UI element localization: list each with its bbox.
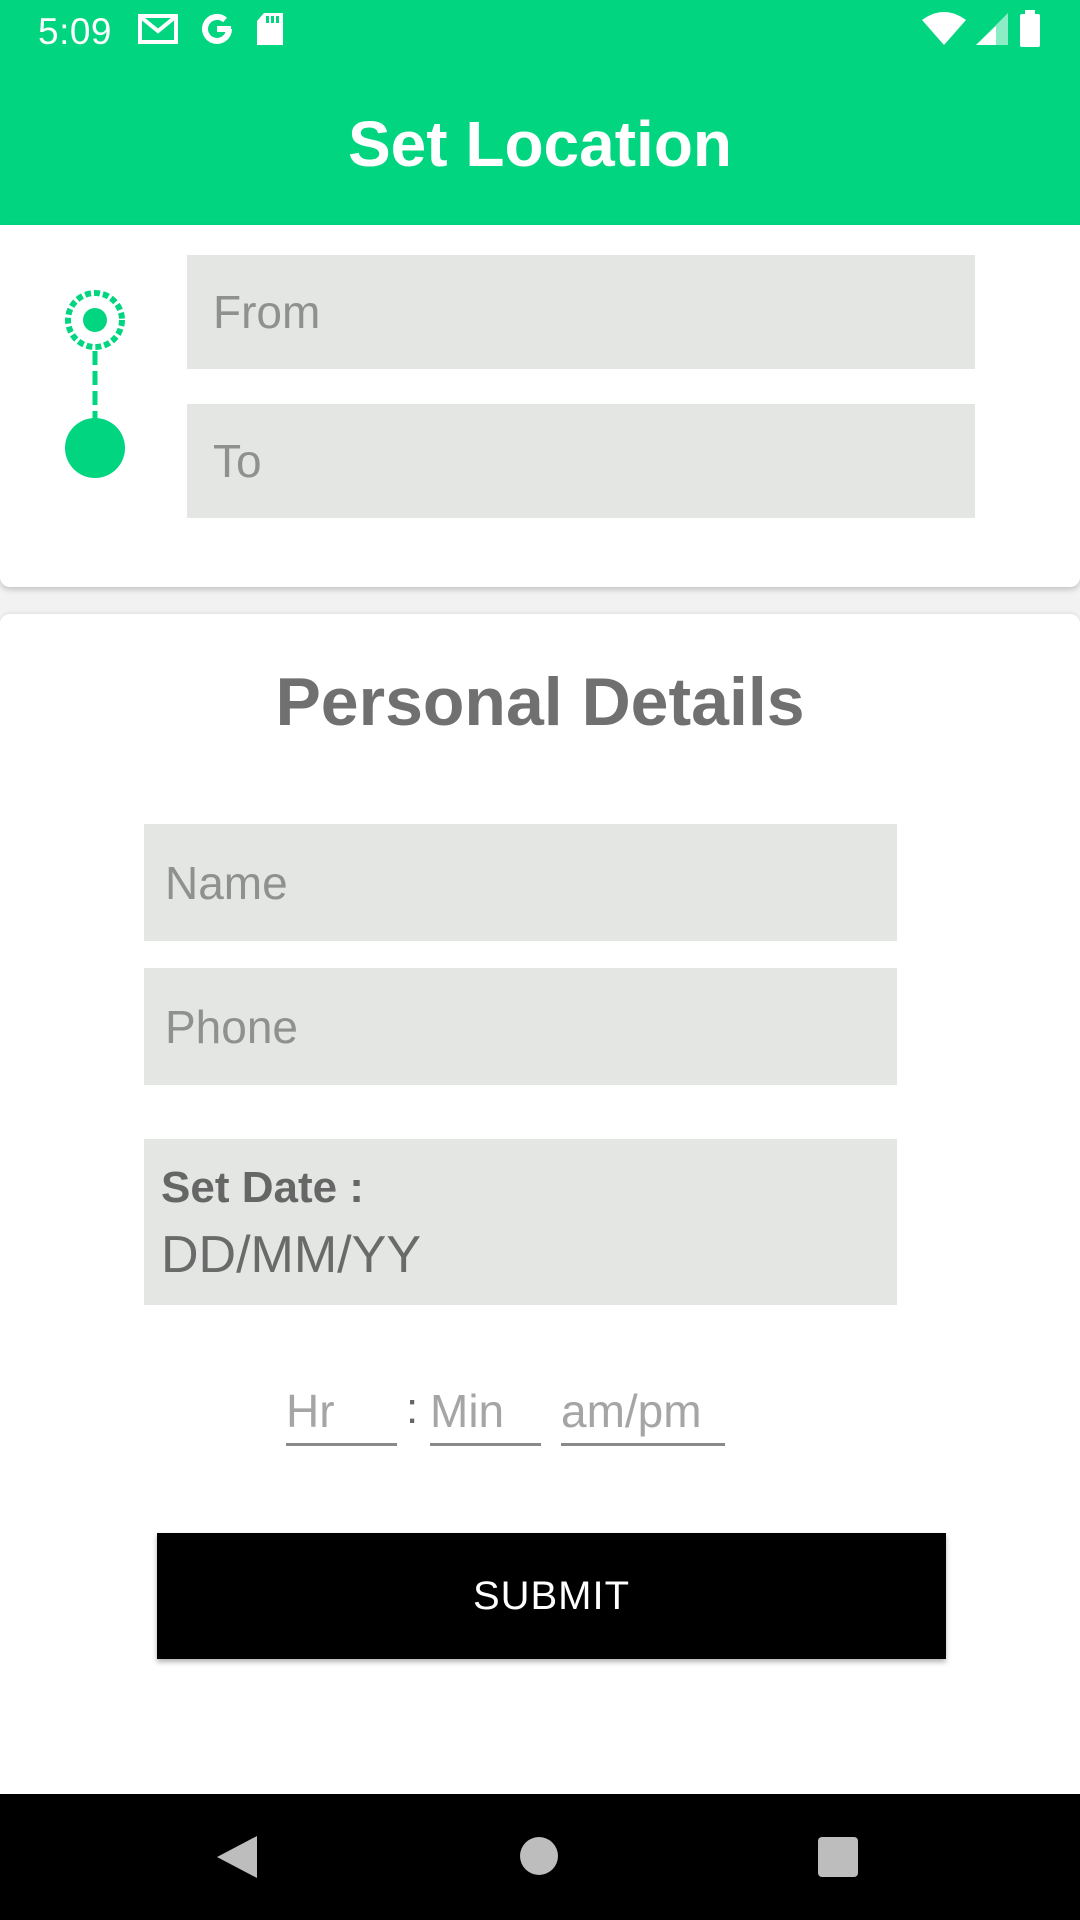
from-input[interactable]: From (187, 255, 975, 369)
ampm-input[interactable]: am/pm (561, 1378, 725, 1446)
minute-placeholder: Min (430, 1384, 505, 1437)
sd-card-icon (256, 12, 284, 51)
battery-icon (1018, 10, 1042, 53)
name-input[interactable]: Name (144, 824, 897, 941)
navigation-bar (0, 1794, 1080, 1920)
phone-placeholder: Phone (165, 1000, 299, 1053)
status-bar: 5:09 (0, 0, 1080, 63)
date-picker-field[interactable]: Set Date : DD/MM/YY (144, 1139, 897, 1305)
origin-marker-icon (65, 290, 125, 350)
ampm-placeholder: am/pm (561, 1384, 702, 1437)
time-row: Hr : Min am/pm (0, 1378, 1080, 1448)
app-screen: 5:09 Set Location From To Personal Detai… (0, 0, 1080, 1920)
notification-icons (138, 12, 284, 51)
submit-button[interactable]: SUBMIT (157, 1533, 946, 1659)
destination-marker-icon (65, 418, 125, 478)
section-title: Personal Details (275, 664, 805, 740)
hour-input[interactable]: Hr (286, 1378, 397, 1446)
route-indicator (64, 289, 126, 479)
minute-input[interactable]: Min (430, 1378, 541, 1446)
system-icons (922, 10, 1042, 53)
to-placeholder: To (213, 435, 262, 487)
submit-label: SUBMIT (472, 1573, 631, 1618)
back-icon[interactable] (215, 1834, 259, 1885)
cell-signal-icon (974, 12, 1010, 51)
app-bar: Set Location (0, 63, 1080, 225)
home-icon[interactable] (520, 1837, 558, 1875)
gmail-icon (138, 14, 179, 49)
name-placeholder: Name (165, 856, 288, 909)
personal-details-card: Personal Details Name Phone Set Date : D… (0, 614, 1080, 1794)
page-title: Set Location (347, 108, 733, 180)
location-card: From To (0, 225, 1080, 587)
wifi-icon (922, 12, 966, 51)
to-input[interactable]: To (187, 404, 975, 518)
time-separator: : (406, 1384, 419, 1433)
date-value: DD/MM/YY (161, 1226, 421, 1284)
google-icon (200, 12, 234, 51)
phone-input[interactable]: Phone (144, 968, 897, 1085)
status-time: 5:09 (38, 10, 113, 52)
from-placeholder: From (213, 286, 321, 338)
date-label: Set Date : (161, 1163, 364, 1212)
recents-icon[interactable] (818, 1837, 858, 1877)
hour-placeholder: Hr (286, 1384, 335, 1437)
